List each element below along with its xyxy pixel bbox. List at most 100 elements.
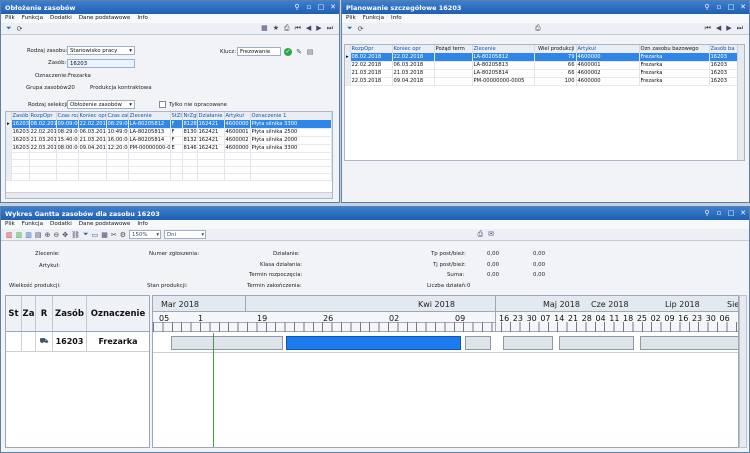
maximize-icon[interactable]: □ bbox=[727, 209, 735, 217]
zoom-select[interactable]: 150% ▾ bbox=[129, 230, 162, 239]
col-header[interactable]: StZl bbox=[170, 112, 183, 120]
mail-icon[interactable]: ✉ bbox=[488, 230, 494, 239]
move-icon[interactable]: ✥ bbox=[62, 231, 68, 239]
document-icon[interactable]: ▤ bbox=[306, 48, 314, 56]
cut-icon[interactable]: ✂ bbox=[111, 231, 117, 239]
menu-funkcja[interactable]: Funkcja bbox=[363, 15, 384, 22]
refresh-icon[interactable]: ⟳ bbox=[358, 25, 364, 33]
next-icon[interactable]: ▶ bbox=[726, 24, 731, 33]
col-header[interactable]: Artykuł bbox=[224, 112, 251, 120]
refresh-icon[interactable]: ⟳ bbox=[17, 25, 23, 33]
resource-input[interactable]: 16203 bbox=[67, 59, 135, 68]
horizontal-scrollbar[interactable] bbox=[6, 192, 332, 198]
print-icon[interactable]: ⎙ bbox=[284, 24, 290, 33]
close-icon[interactable]: ✕ bbox=[329, 3, 337, 11]
gantt-bar-selected[interactable] bbox=[286, 336, 461, 350]
col-header[interactable]: Ozn zasobu bazowego bbox=[639, 45, 710, 53]
gantt-bar[interactable] bbox=[503, 336, 553, 350]
col-header[interactable]: Koniec opr bbox=[78, 112, 107, 120]
col-header[interactable]: Koniec opr bbox=[392, 45, 435, 53]
col-header[interactable]: Artykuł bbox=[576, 45, 640, 53]
grid-icon[interactable]: ▦ bbox=[101, 231, 108, 239]
menu-info[interactable]: Info bbox=[137, 15, 148, 22]
menu-dane[interactable]: Dane podstawowe bbox=[79, 15, 131, 22]
resource-type-select[interactable]: Stanowisko pracy ▾ bbox=[67, 46, 135, 55]
next-icon[interactable]: ▶ bbox=[316, 24, 321, 33]
col-status[interactable]: St bbox=[6, 296, 22, 331]
bars-green-icon[interactable]: ▥ bbox=[16, 231, 23, 239]
menu-plik[interactable]: Plik bbox=[346, 15, 356, 22]
first-icon[interactable]: ⏮ bbox=[705, 24, 711, 33]
restore-icon[interactable]: ▫ bbox=[715, 209, 723, 217]
table-row[interactable]: 22.03.2018 09.04.2018 PM-00000000-0005 100 4… bbox=[345, 77, 744, 86]
key-input[interactable]: Frezowanie bbox=[237, 47, 281, 56]
gantt-bar[interactable] bbox=[559, 336, 634, 350]
menu-funkcja[interactable]: Funkcja bbox=[22, 15, 43, 22]
bars-red-icon[interactable]: ▥ bbox=[6, 231, 13, 239]
folder-icon[interactable]: ▭ bbox=[92, 231, 99, 239]
unprocessed-checkbox[interactable] bbox=[159, 101, 166, 108]
menu-dane[interactable]: Dane podstawowe bbox=[79, 221, 131, 228]
pin-icon[interactable]: ⚲ bbox=[703, 3, 711, 11]
menu-plik[interactable]: Plik bbox=[5, 15, 15, 22]
col-header[interactable]: Zlecenie bbox=[472, 45, 535, 53]
restore-icon[interactable]: ▫ bbox=[715, 3, 723, 11]
vertical-scrollbar[interactable] bbox=[737, 45, 744, 160]
table-row[interactable]: ▸1620308.02.201809:09:0022.02.201808:29:… bbox=[6, 120, 332, 129]
prev-icon[interactable]: ◀ bbox=[716, 24, 721, 33]
maximize-icon[interactable]: □ bbox=[727, 3, 735, 11]
col-header[interactable]: Oznaczenie 1 bbox=[250, 112, 332, 120]
edit-icon[interactable]: ✎ bbox=[295, 48, 303, 56]
time-unit-select[interactable]: Dni ▾ bbox=[164, 230, 207, 239]
table-row[interactable]: 1620321.03.201815:40:0021.03.201816:00:0… bbox=[6, 136, 332, 145]
vertical-scrollbar[interactable] bbox=[739, 295, 747, 448]
col-resource[interactable]: Zasób bbox=[53, 296, 87, 331]
gantt-bar[interactable] bbox=[640, 336, 738, 350]
restore-icon[interactable]: ▫ bbox=[305, 3, 313, 11]
zoom-in-icon[interactable]: ⊕ bbox=[45, 231, 51, 239]
col-header[interactable]: Działanie bbox=[197, 112, 225, 120]
col-header[interactable]: Zasób bbox=[11, 112, 30, 120]
table-row[interactable]: 1620322.03.201808:00:0009.04.201812:20:0… bbox=[6, 144, 332, 153]
pin-icon[interactable]: ⚲ bbox=[293, 3, 301, 11]
menu-dodatki[interactable]: Dodatki bbox=[50, 221, 72, 228]
menu-plik[interactable]: Plik bbox=[5, 221, 15, 228]
table-row[interactable]: 22.02.2018 06.03.2018 LA-80205813 66 4600001… bbox=[345, 61, 744, 70]
menu-info[interactable]: Info bbox=[391, 15, 402, 22]
col-designation[interactable]: Oznaczenie bbox=[87, 296, 149, 331]
close-icon[interactable]: ✕ bbox=[739, 3, 747, 11]
window-titlebar[interactable]: Wykres Gantta zasobów dla zasobu 16203 ⚲… bbox=[1, 207, 749, 220]
filter-icon[interactable]: ⏷ bbox=[83, 230, 89, 239]
filter-icon[interactable]: ⏷ bbox=[347, 24, 353, 33]
star-icon[interactable]: ★ bbox=[273, 24, 279, 33]
chart-icon[interactable]: ▤ bbox=[35, 231, 42, 239]
col-header[interactable]: Zlecenie bbox=[128, 112, 171, 120]
print-icon[interactable]: ⎙ bbox=[535, 24, 541, 33]
settings-icon[interactable]: ⚙ bbox=[120, 231, 126, 239]
prev-icon[interactable]: ◀ bbox=[306, 24, 311, 33]
table-row[interactable]: 1620322.02.201808:29:0006.03.201810:49:0… bbox=[6, 128, 332, 137]
gantt-bar[interactable] bbox=[465, 336, 491, 350]
calendar-icon[interactable]: ▦ bbox=[261, 24, 268, 33]
col-header[interactable]: Pożąd term bbox=[434, 45, 473, 53]
check-icon[interactable]: ✓ bbox=[284, 48, 292, 56]
first-icon[interactable]: ⏮ bbox=[295, 24, 301, 33]
menu-funkcja[interactable]: Funkcja bbox=[22, 221, 43, 228]
gantt-resource-row[interactable]: ⛟ 16203 Frezarka bbox=[6, 332, 149, 352]
selection-select[interactable]: Obłożenie zasobów ▾ bbox=[67, 100, 135, 109]
col-header[interactable]: RozpOpr bbox=[29, 112, 57, 120]
zoom-out-icon[interactable]: ⊖ bbox=[53, 231, 59, 239]
window-titlebar[interactable]: Planowanie szczegółowe 16203 ⚲ ▫ □ ✕ bbox=[342, 1, 749, 14]
pin-icon[interactable]: ⚲ bbox=[703, 209, 711, 217]
last-icon[interactable]: ⏭ bbox=[327, 24, 333, 33]
bars-blue-icon[interactable]: ▥ bbox=[25, 231, 32, 239]
last-icon[interactable]: ⏭ bbox=[737, 24, 743, 33]
gantt-bar[interactable] bbox=[171, 336, 283, 350]
col-header[interactable]: Czas rozp bbox=[56, 112, 79, 120]
window-titlebar[interactable]: Obłożenie zasobów ⚲ ▫ □ ✕ bbox=[1, 1, 339, 14]
link-icon[interactable]: ⛓ bbox=[71, 231, 80, 239]
menu-dodatki[interactable]: Dodatki bbox=[50, 15, 72, 22]
menu-info[interactable]: Info bbox=[137, 221, 148, 228]
maximize-icon[interactable]: □ bbox=[317, 3, 325, 11]
col-header[interactable]: Wiel produkcji bbox=[534, 45, 577, 53]
